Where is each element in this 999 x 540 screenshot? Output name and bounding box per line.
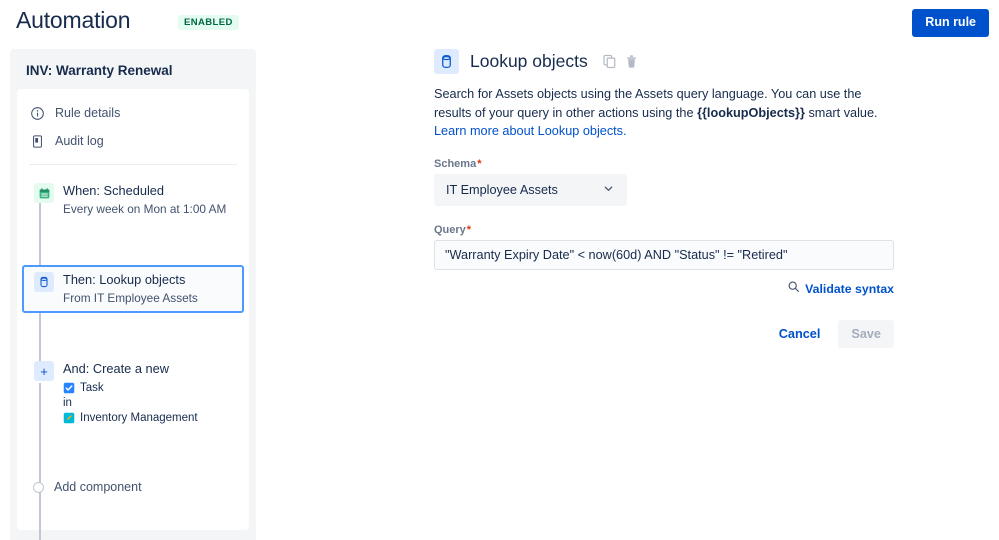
detail-header: Lookup objects bbox=[434, 49, 944, 74]
sidebar-item-label: Audit log bbox=[55, 134, 104, 148]
status-badge: ENABLED bbox=[178, 15, 239, 30]
query-value: "Warranty Expiry Date" < now(60d) AND "S… bbox=[445, 247, 788, 262]
add-component-label: Add component bbox=[54, 480, 142, 494]
rule-step-then[interactable]: Then: Lookup objects From IT Employee As… bbox=[22, 265, 244, 313]
rule-tree: When: Scheduled Every week on Mon at 1:0… bbox=[17, 165, 249, 540]
query-field-label: Query* bbox=[434, 224, 944, 236]
learn-more-link[interactable]: Learn more about Lookup objects. bbox=[434, 124, 627, 138]
schema-field-label: Schema* bbox=[434, 158, 944, 170]
add-component-dot-icon bbox=[33, 481, 44, 493]
run-rule-button[interactable]: Run rule bbox=[912, 9, 989, 37]
rule-tree-card: Rule details Audit log When: Scheduled E… bbox=[17, 89, 249, 540]
rule-step-subtitle: From IT Employee Assets bbox=[63, 291, 198, 305]
plus-icon: + bbox=[34, 361, 54, 381]
validate-syntax-label: Validate syntax bbox=[805, 281, 894, 296]
sidebar-item-rule-details[interactable]: Rule details bbox=[17, 99, 249, 127]
task-checkbox-icon bbox=[63, 382, 75, 394]
schema-select[interactable]: IT Employee Assets bbox=[434, 173, 627, 206]
cancel-button[interactable]: Cancel bbox=[769, 320, 831, 348]
rule-step-chip-task: Task bbox=[63, 380, 236, 396]
chip-label: Task bbox=[80, 382, 104, 394]
schema-selected-value: IT Employee Assets bbox=[446, 182, 558, 197]
rule-step-subtitle: Every week on Mon at 1:00 AM bbox=[63, 202, 227, 216]
info-circle-icon bbox=[29, 105, 45, 121]
trash-icon[interactable] bbox=[624, 54, 639, 69]
rule-step-title: And: Create a new bbox=[63, 361, 169, 376]
required-marker: * bbox=[477, 157, 482, 170]
project-icon bbox=[63, 412, 75, 424]
rule-sidebar: INV: Warranty Renewal Rule details Audit… bbox=[10, 49, 256, 540]
chip-label: Inventory Management bbox=[80, 412, 198, 424]
sidebar-item-audit-log[interactable]: Audit log bbox=[17, 127, 249, 155]
description-text-2: smart value. bbox=[804, 105, 878, 120]
database-icon bbox=[434, 49, 459, 74]
smart-value-token: {{lookupObjects}} bbox=[697, 105, 805, 120]
page-title: Lookup objects bbox=[470, 51, 588, 71]
chevron-down-icon bbox=[602, 182, 615, 198]
rule-step-joiner: in bbox=[63, 397, 72, 409]
rule-name: INV: Warranty Renewal bbox=[26, 63, 173, 78]
main-layout: INV: Warranty Renewal Rule details Audit… bbox=[0, 44, 999, 540]
form-actions: Cancel Save bbox=[434, 319, 894, 348]
rule-step-chip-project: Inventory Management bbox=[63, 410, 236, 426]
save-button: Save bbox=[838, 319, 894, 348]
rule-step-title: When: Scheduled bbox=[63, 183, 165, 198]
schema-label-text: Schema bbox=[434, 157, 477, 170]
database-icon bbox=[34, 272, 54, 292]
document-icon bbox=[29, 133, 45, 149]
top-bar: Automation ENABLED Run rule bbox=[0, 0, 999, 44]
action-description: Search for Assets objects using the Asse… bbox=[434, 85, 896, 141]
page-title: Automation bbox=[16, 7, 131, 33]
validate-syntax-button[interactable]: Validate syntax bbox=[434, 280, 894, 298]
header-actions bbox=[602, 54, 639, 69]
action-detail-panel: Lookup objects Search for Assets objects… bbox=[434, 49, 944, 348]
query-input[interactable]: "Warranty Expiry Date" < now(60d) AND "S… bbox=[434, 239, 894, 270]
query-label-text: Query bbox=[434, 223, 466, 236]
rule-step-title: Then: Lookup objects bbox=[63, 272, 186, 287]
rule-step-and[interactable]: + And: Create a new Task in Inventory Ma… bbox=[22, 354, 244, 432]
search-icon bbox=[787, 280, 800, 298]
required-marker: * bbox=[466, 223, 472, 236]
copy-icon[interactable] bbox=[602, 54, 617, 69]
calendar-icon bbox=[34, 183, 54, 203]
sidebar-item-label: Rule details bbox=[55, 106, 121, 120]
rule-step-when[interactable]: When: Scheduled Every week on Mon at 1:0… bbox=[22, 176, 244, 224]
add-component-button[interactable]: Add component bbox=[17, 474, 249, 500]
